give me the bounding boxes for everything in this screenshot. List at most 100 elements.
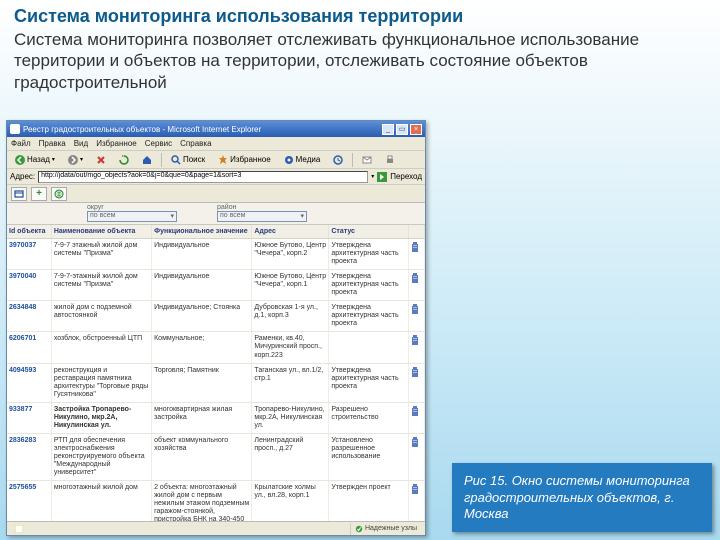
building-icon	[411, 273, 419, 283]
cell-icon[interactable]	[408, 239, 424, 270]
print-icon	[385, 155, 395, 165]
back-arrow-icon	[15, 155, 25, 165]
cell-addr: Раменки, кв.40, Мичуринский просп., корп…	[252, 332, 329, 363]
cell-func: Индивидуальное; Стоянка	[152, 301, 252, 332]
address-label: Адрес:	[10, 172, 35, 181]
cell-name: реконструкция и реставрация памятника ар…	[51, 363, 151, 402]
search-button[interactable]: Поиск	[166, 153, 210, 167]
building-icon	[411, 335, 419, 345]
cell-func: многоквартирная жилая застройка	[152, 402, 252, 433]
cell-id: 3970040	[7, 270, 51, 301]
statusbar: Надежные узлы	[7, 521, 425, 535]
go-icon[interactable]	[377, 172, 387, 182]
map-button[interactable]	[51, 187, 67, 201]
cell-id: 933877	[7, 402, 51, 433]
filter-okrug-label: округ	[87, 204, 177, 211]
maximize-button[interactable]: ▭	[396, 124, 408, 135]
address-bar: Адрес: http://jdata/out/mgo_objects?aok=…	[7, 169, 425, 185]
stop-button[interactable]	[91, 153, 111, 167]
cell-id: 3970037	[7, 239, 51, 270]
table-row[interactable]: 39700407-9-7-этажный жилой дом системы "…	[7, 270, 425, 301]
minimize-button[interactable]: _	[382, 124, 394, 135]
table-row[interactable]: 6206701хозблок, обстроенный ЦТПКоммуналь…	[7, 332, 425, 363]
col-status[interactable]: Статус	[329, 225, 408, 239]
media-button[interactable]: Медиа	[279, 153, 326, 167]
menu-favorites[interactable]: Избранное	[96, 139, 137, 148]
go-label[interactable]: Переход	[390, 172, 422, 181]
col-func[interactable]: Функциональное значение	[152, 225, 252, 239]
col-name[interactable]: Наименование объекта	[51, 225, 151, 239]
view-button[interactable]	[11, 187, 27, 201]
cell-addr: Ленинградский просп., д.27	[252, 433, 329, 480]
cell-func: объект коммунального хозяйства	[152, 433, 252, 480]
cell-status	[329, 332, 408, 363]
menu-file[interactable]: Файл	[11, 139, 31, 148]
view-icon	[14, 189, 24, 199]
history-button[interactable]	[328, 153, 348, 167]
table-row[interactable]: 2634848жилой дом с подземной автостоянко…	[7, 301, 425, 332]
building-icon	[411, 406, 419, 416]
address-input[interactable]: http://jdata/out/mgo_objects?aok=0&j=0&q…	[38, 171, 368, 183]
menu-view[interactable]: Вид	[74, 139, 88, 148]
cell-icon[interactable]	[408, 332, 424, 363]
trusted-icon	[355, 525, 363, 533]
refresh-button[interactable]	[114, 153, 134, 167]
table-row[interactable]: 2575655многоэтажный жилой дом2 объекта: …	[7, 481, 425, 521]
menu-help[interactable]: Справка	[180, 139, 211, 148]
building-icon	[411, 367, 419, 377]
table-row[interactable]: 933877Застройка Тропарево-Никулино, мкр.…	[7, 402, 425, 433]
mail-icon	[362, 155, 372, 165]
menu-edit[interactable]: Правка	[39, 139, 66, 148]
col-addr[interactable]: Адрес	[252, 225, 329, 239]
content-area[interactable]: Id объекта Наименование объекта Функцион…	[7, 225, 425, 521]
cell-icon[interactable]	[408, 301, 424, 332]
cell-func: Торговля; Памятник	[152, 363, 252, 402]
browser-window: Реестр градостроительных объектов - Micr…	[6, 120, 426, 536]
zone-indicator: Надежные узлы	[350, 523, 421, 535]
building-icon	[411, 437, 419, 447]
app-icon	[10, 124, 20, 134]
favorites-button[interactable]: Избранное	[213, 153, 276, 167]
cell-name: Застройка Тропарево-Никулино, мкр.2А, Ни…	[51, 402, 151, 433]
cell-func: Коммунальное;	[152, 332, 252, 363]
col-id[interactable]: Id объекта	[7, 225, 51, 239]
cell-icon[interactable]	[408, 402, 424, 433]
table-row[interactable]: 39700377-9-7 этажный жилой дом системы "…	[7, 239, 425, 270]
cell-func: 2 объекта: многоэтажный жилой дом с перв…	[152, 481, 252, 521]
globe-icon	[54, 189, 64, 199]
cell-addr: Тропарево-Никулино, мкр.2А, Никулинская …	[252, 402, 329, 433]
close-button[interactable]: ×	[410, 124, 422, 135]
add-button[interactable]: +	[31, 187, 47, 201]
mail-button[interactable]	[357, 153, 377, 167]
forward-button[interactable]: ▾	[63, 153, 88, 167]
table-row[interactable]: 4094593реконструкция и реставрация памят…	[7, 363, 425, 402]
menu-tools[interactable]: Сервис	[145, 139, 172, 148]
search-icon	[171, 155, 181, 165]
cell-id: 2575655	[7, 481, 51, 521]
filter-okrug-select[interactable]: по всем ▾	[87, 211, 177, 222]
done-icon	[15, 525, 23, 533]
cell-status: Утверждена архитектурная часть проекта	[329, 363, 408, 402]
titlebar: Реестр градостроительных объектов - Micr…	[7, 121, 425, 137]
cell-name: многоэтажный жилой дом	[51, 481, 151, 521]
cell-icon[interactable]	[408, 363, 424, 402]
back-button[interactable]: Назад ▾	[10, 153, 60, 167]
building-icon	[411, 484, 419, 494]
cell-status: Утверждена архитектурная часть проекта	[329, 270, 408, 301]
toolbar: Назад ▾ ▾ Поиск Избранное Медиа	[7, 151, 425, 169]
cell-name: жилой дом с подземной автостоянкой	[51, 301, 151, 332]
home-button[interactable]	[137, 153, 157, 167]
cell-icon[interactable]	[408, 433, 424, 480]
media-icon	[284, 155, 294, 165]
filter-raion-select[interactable]: по всем ▾	[217, 211, 307, 222]
print-button[interactable]	[380, 153, 400, 167]
cell-id: 6206701	[7, 332, 51, 363]
page-title: Система мониторинга использования террит…	[14, 6, 706, 27]
table-row[interactable]: 2836283РТП для обеспечения электроснабже…	[7, 433, 425, 480]
cell-icon[interactable]	[408, 270, 424, 301]
cell-addr: Таганская ул., вл.1/2, стр.1	[252, 363, 329, 402]
cell-icon[interactable]	[408, 481, 424, 521]
cell-name: хозблок, обстроенный ЦТП	[51, 332, 151, 363]
cell-addr: Крылатские холмы ул., вл.28, корп.1	[252, 481, 329, 521]
figure-caption: Рис 15. Окно системы мониторинга градост…	[452, 463, 712, 532]
